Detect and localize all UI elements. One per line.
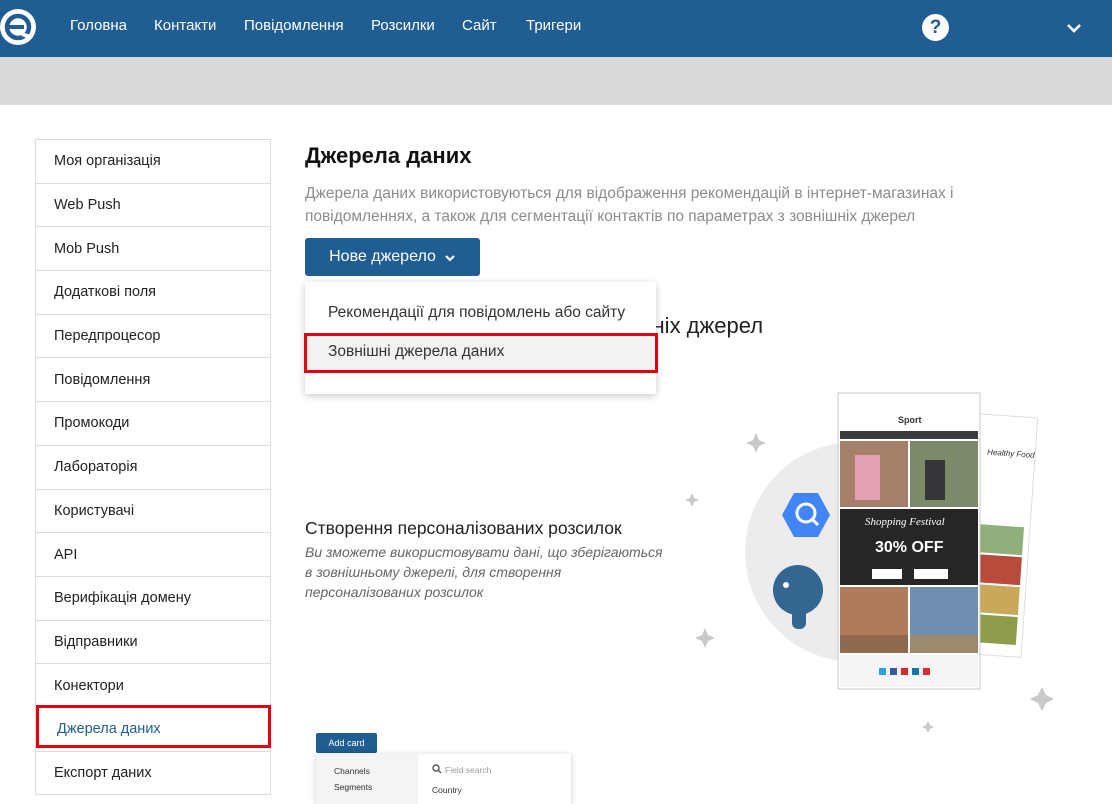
headline-text: Shopping Festival (865, 516, 945, 528)
nav-mailings[interactable]: Розсилки (371, 17, 435, 34)
sparkle-icon (1030, 687, 1054, 711)
sidebar-item-promocodes[interactable]: Промокоди (36, 402, 270, 446)
sidebar-item-messages[interactable]: Повідомлення (36, 358, 270, 403)
preview-panel: Channels Segments Field search Country (316, 754, 571, 804)
preview-channels: Channels (334, 766, 370, 776)
sidebar-item-api[interactable]: API (36, 533, 270, 577)
sidebar-item-connectors[interactable]: Конектори (36, 664, 270, 708)
offer-text: 30% OFF (875, 539, 944, 556)
brand-text: Sport (898, 415, 922, 425)
new-source-dropdown: Рекомендації для повідомлень або сайту З… (305, 282, 656, 394)
dropdown-item-external-sources[interactable]: Зовнішні джерела даних (305, 333, 656, 371)
sidebar-item-label: Відправники (54, 633, 138, 650)
sidebar-item-label: Експорт даних (54, 764, 152, 781)
feature-description: Ви зможете використовувати дані, що збер… (305, 544, 663, 600)
sidebar-item-additional-fields[interactable]: Додаткові поля (36, 271, 270, 315)
page-description: Джерела даних використовуються для відоб… (305, 185, 954, 225)
sidebar-item-web-push[interactable]: Web Push (36, 183, 270, 228)
preview-segments: Segments (334, 782, 373, 792)
sidebar-item-mob-push[interactable]: Mob Push (36, 227, 270, 272)
sidebar-item-label: Моя організація (54, 153, 161, 170)
help-icon[interactable]: ? (922, 14, 949, 41)
sidebar-item-label: Конектори (54, 677, 124, 694)
page-title: Джерела даних (305, 143, 472, 168)
settings-sidebar: Моя організація Web Push Mob Push Додатк… (35, 139, 271, 796)
sidebar-item-label: Mob Push (54, 240, 120, 257)
sidebar-item-label: Джерела даних (57, 721, 161, 738)
account-chevron-down-icon[interactable] (1064, 18, 1084, 38)
add-card-button[interactable]: Add card (316, 733, 377, 753)
sidebar-item-label: Додаткові поля (54, 284, 157, 301)
sparkle-icon (922, 721, 934, 733)
sidebar-item-users[interactable]: Користувачі (36, 489, 270, 534)
sidebar-item-data-sources[interactable]: Джерела даних (36, 707, 270, 752)
chevron-down-icon (445, 255, 455, 262)
subheader-bar (0, 57, 1112, 105)
sidebar-item-domain-verification[interactable]: Верифікація домену (36, 576, 270, 621)
preview-search-placeholder: Field search (445, 765, 492, 775)
sidebar-item-data-export[interactable]: Експорт даних (36, 751, 270, 796)
nav-site[interactable]: Сайт (462, 17, 497, 34)
sidebar-item-preprocessor[interactable]: Передпроцесор (36, 314, 270, 359)
search-icon (432, 764, 442, 774)
sparkle-icon (685, 493, 699, 507)
nav-messages[interactable]: Повідомлення (244, 17, 344, 34)
postgresql-icon (773, 565, 823, 629)
sidebar-item-label: Лабораторія (54, 459, 138, 476)
nav-home[interactable]: Головна (70, 17, 127, 34)
sidebar-item-label: Користувачі (54, 502, 135, 519)
sidebar-item-label: API (54, 546, 78, 563)
sidebar-item-organization[interactable]: Моя організація (36, 140, 270, 184)
sidebar-item-label: Промокоди (54, 415, 130, 432)
nav-triggers[interactable]: Тригери (526, 17, 581, 34)
sidebar-item-label: Передпроцесор (54, 328, 161, 345)
feature-title: Створення персоналізованих розсилок (305, 518, 622, 538)
sidebar-item-label: Верифікація домену (54, 590, 191, 607)
sidebar-item-label: Повідомлення (54, 371, 151, 388)
sparkle-icon (746, 433, 766, 453)
nav-contacts[interactable]: Контакти (154, 17, 216, 34)
sidebar-item-senders[interactable]: Відправники (36, 620, 270, 665)
sparkle-icon (695, 628, 715, 648)
preview-sidebar (316, 754, 418, 804)
bigquery-icon (782, 493, 830, 537)
new-source-button[interactable]: Нове джерело (305, 238, 480, 276)
email-illustration: Healthy Food Sport Shopping Festival 30%… (685, 392, 1054, 733)
app-logo-icon[interactable] (0, 9, 36, 45)
new-source-button-label: Нове джерело (329, 248, 436, 265)
dropdown-item-recommendations[interactable]: Рекомендації для повідомлень або сайту (305, 294, 656, 332)
sidebar-item-label: Web Push (54, 197, 121, 214)
top-navigation: Головна Контакти Повідомлення Розсилки С… (0, 0, 1112, 57)
sidebar-item-laboratory[interactable]: Лабораторія (36, 445, 270, 490)
